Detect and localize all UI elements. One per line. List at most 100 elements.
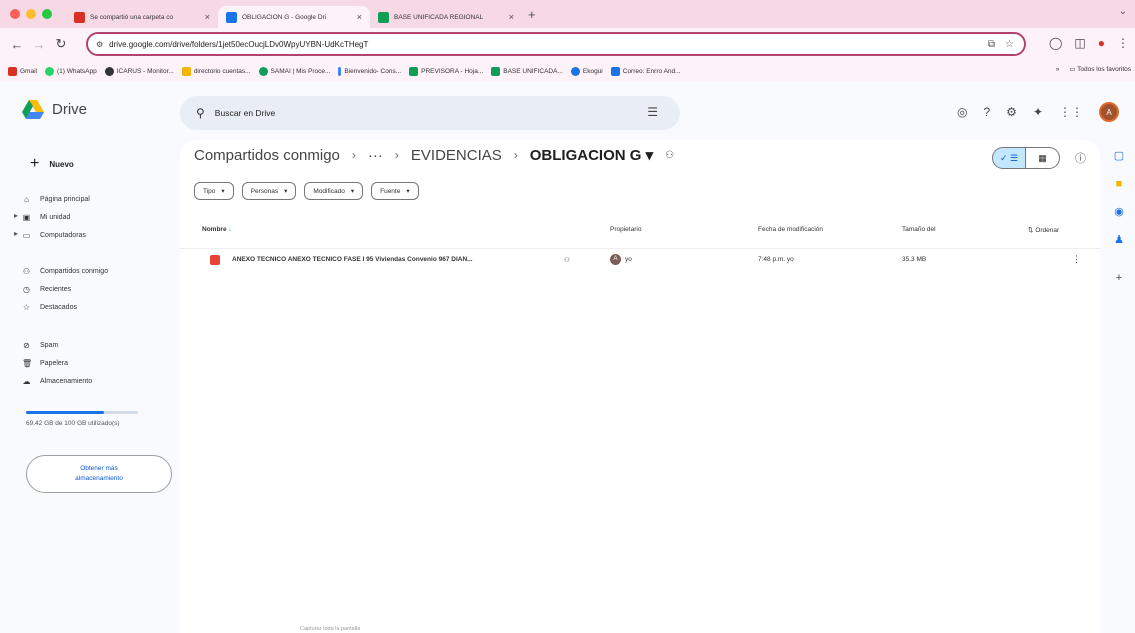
- tasks-icon[interactable]: ◉: [1113, 206, 1125, 218]
- extension-icon[interactable]: ◯: [1049, 36, 1062, 50]
- breadcrumb-current-folder[interactable]: OBLIGACION G ▾: [530, 146, 653, 164]
- more-actions-icon[interactable]: ⋮: [1072, 254, 1081, 265]
- list-view-button[interactable]: ✓ ☰: [992, 147, 1026, 169]
- file-row[interactable]: ANEXO TECNICO ANEXO TECNICO FASE I 95 Vi…: [180, 248, 1100, 272]
- sidebar-item-storage[interactable]: ☁ Almacenamiento: [22, 374, 93, 388]
- maximize-window-button[interactable]: [42, 9, 52, 19]
- file-name[interactable]: ANEXO TECNICO ANEXO TECNICO FASE I 95 Vi…: [232, 256, 473, 263]
- outlook-icon: [610, 66, 620, 76]
- bookmark-ekogui[interactable]: Ekogui: [570, 66, 603, 76]
- browser-tab-3[interactable]: BASE UNIFICADA REGIONAL ×: [370, 6, 522, 28]
- column-owner[interactable]: Propietario: [610, 226, 641, 233]
- chevron-right-icon: ›: [394, 148, 399, 162]
- get-more-storage-button[interactable]: Obtener más almacenamiento: [26, 455, 172, 493]
- address-bar[interactable]: ⚙ drive.google.com/drive/folders/1jet50e…: [86, 32, 1026, 56]
- bookmark-correo[interactable]: Correo: Enrro And...: [610, 66, 681, 76]
- minimize-window-button[interactable]: [26, 9, 36, 19]
- keep-icon[interactable]: ■: [1113, 178, 1125, 190]
- bienvenido-icon: [338, 66, 342, 76]
- bookmark-bienvenido[interactable]: Bienvenido- Cons...: [338, 66, 401, 76]
- bookmark-samai[interactable]: SAMAI | Mis Proce...: [258, 66, 330, 76]
- tab-search-icon[interactable]: ⌄: [1119, 6, 1127, 17]
- reload-icon[interactable]: ↻: [50, 36, 72, 52]
- breadcrumb-more[interactable]: ···: [368, 147, 383, 164]
- dropdown-arrow-icon: ▾: [284, 188, 288, 195]
- bookmark-previsora[interactable]: PREVISORA - Hoja...: [409, 66, 483, 76]
- filter-modified[interactable]: Modificado ▾: [304, 182, 364, 200]
- close-tab-icon[interactable]: ×: [509, 12, 514, 22]
- close-tab-icon[interactable]: ×: [357, 12, 362, 22]
- file-size: 35.3 MB: [902, 256, 927, 263]
- breadcrumb-evidencias[interactable]: EVIDENCIAS: [411, 147, 502, 164]
- browser-tab-2[interactable]: OBLIGACION G - Google Dri ×: [218, 6, 370, 28]
- sidebar-item-spam[interactable]: ⊘ Spam: [22, 338, 58, 352]
- file-modified: 7:48 p.m. yo: [758, 256, 794, 263]
- column-modified[interactable]: Fecha de modificación: [758, 226, 823, 233]
- close-tab-icon[interactable]: ×: [205, 12, 210, 22]
- get-addons-icon[interactable]: +: [1113, 272, 1125, 284]
- grid-view-button[interactable]: ▦: [1026, 147, 1060, 169]
- sort-options-button[interactable]: ⇅ Ordenar: [1028, 226, 1059, 234]
- bookmark-directorio[interactable]: directorio cuentas...: [181, 66, 251, 76]
- breadcrumb-shared[interactable]: Compartidos conmigo: [194, 147, 340, 164]
- settings-gear-icon[interactable]: ⚙: [1006, 105, 1017, 119]
- sidebar-item-trash[interactable]: 🗑 Papelera: [22, 356, 68, 370]
- profile-icon[interactable]: ●: [1098, 36, 1105, 50]
- column-name[interactable]: Nombre ↓: [202, 226, 232, 233]
- search-options-icon[interactable]: ☰: [647, 105, 658, 119]
- search-bar[interactable]: ⚲ Buscar en Drive ☰: [180, 96, 680, 130]
- filter-type[interactable]: Tipo ▾: [194, 182, 234, 200]
- sheets-icon: [491, 66, 501, 76]
- sidebar-item-shared[interactable]: ⚇ Compartidos conmigo: [22, 264, 108, 278]
- samai-icon: [258, 66, 268, 76]
- search-icon[interactable]: ⚲: [196, 106, 205, 120]
- sidebar-item-my-drive[interactable]: ▣ Mi unidad: [22, 210, 71, 224]
- chevron-right-icon: ›: [513, 148, 518, 162]
- calendar-icon[interactable]: ▢: [1113, 150, 1125, 162]
- browser-tab-1[interactable]: Se compartió una carpeta co ×: [66, 6, 218, 28]
- apps-grid-icon[interactable]: ⋮⋮: [1059, 105, 1083, 119]
- forward-icon[interactable]: →: [28, 37, 50, 52]
- drive-logo[interactable]: Drive: [22, 100, 87, 119]
- bookmark-whatsapp[interactable]: (1) WhatsApp: [44, 66, 97, 76]
- sidebar-item-home[interactable]: ⌂ Página principal: [22, 192, 90, 206]
- bookmark-gmail[interactable]: Gmail: [8, 66, 37, 76]
- new-tab-button[interactable]: +: [528, 7, 536, 22]
- expand-caret-icon[interactable]: ▸: [14, 229, 18, 238]
- gemini-icon[interactable]: ✦: [1033, 105, 1043, 119]
- contacts-icon[interactable]: ♟: [1113, 234, 1125, 246]
- install-app-icon[interactable]: ⧉: [988, 39, 995, 50]
- filter-chips: Tipo ▾ Personas ▾ Modificado ▾ Fuente ▾: [194, 182, 419, 200]
- tab-title: OBLIGACION G - Google Dri: [242, 13, 327, 21]
- extensions-puzzle-icon[interactable]: ◫: [1074, 36, 1085, 50]
- screenshot-hint: Capturar toda la pantalla: [300, 626, 361, 632]
- filter-people[interactable]: Personas ▾: [241, 182, 297, 200]
- search-input[interactable]: Buscar en Drive: [215, 108, 275, 118]
- bookmark-icarus[interactable]: ICARUS - Monitor...: [104, 66, 174, 76]
- bookmark-base-unificada[interactable]: BASE UNIFICADA...: [491, 66, 563, 76]
- filter-source[interactable]: Fuente ▾: [371, 182, 419, 200]
- new-button[interactable]: + Nuevo: [16, 150, 86, 178]
- all-bookmarks-folder[interactable]: ▭ Todos los favoritos: [1069, 65, 1131, 73]
- bookmark-star-icon[interactable]: ☆: [1005, 39, 1014, 50]
- help-icon[interactable]: ?: [983, 105, 990, 119]
- url-text[interactable]: drive.google.com/drive/folders/1jet50ecO…: [109, 40, 368, 49]
- column-size[interactable]: Tamaño del: [902, 226, 936, 233]
- back-icon[interactable]: ←: [6, 37, 28, 52]
- account-avatar[interactable]: A: [1099, 102, 1119, 122]
- sidebar-item-computers[interactable]: ▭ Computadoras: [22, 228, 86, 242]
- close-window-button[interactable]: [10, 9, 20, 19]
- browser-menu-icon[interactable]: ⋮: [1117, 36, 1129, 50]
- storage-meter: [26, 411, 138, 414]
- file-owner: Ayo: [610, 254, 632, 265]
- sort-icon: ⇅: [1028, 227, 1034, 234]
- expand-caret-icon[interactable]: ▸: [14, 211, 18, 220]
- chevron-right-icon: ›: [351, 148, 356, 162]
- offline-status-icon[interactable]: ◎: [957, 105, 967, 119]
- sidebar-item-starred[interactable]: ☆ Destacados: [22, 300, 77, 314]
- sidebar-item-recent[interactable]: ◷ Recientes: [22, 282, 71, 296]
- owner-avatar: A: [610, 254, 621, 265]
- site-info-icon[interactable]: ⚙: [96, 40, 103, 49]
- more-bookmarks-icon[interactable]: »: [1056, 66, 1060, 73]
- info-icon[interactable]: ⓘ: [1075, 150, 1086, 166]
